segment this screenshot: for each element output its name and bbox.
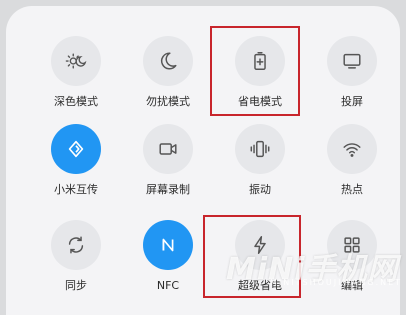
tile-label: NFC [156,279,180,292]
tile-sync[interactable]: 同步 [30,220,122,304]
tile-label: 小米互传 [54,183,98,196]
grid-icon [344,237,360,253]
tile-label: 同步 [65,279,87,292]
screen-record-button[interactable] [143,124,193,174]
sync-icon [68,236,84,254]
tile-edit[interactable]: 编辑 [306,220,398,304]
tile-label: 热点 [341,183,363,196]
lightning-icon [254,236,266,254]
dark-mode-icon [65,53,87,69]
tile-ultra-power-saving[interactable]: 超级省电 [214,220,306,304]
tile-label: 深色模式 [54,95,98,108]
tile-screen-record[interactable]: 屏幕录制 [122,124,214,208]
tile-cast-screen[interactable]: 投屏 [306,36,398,120]
control-center-panel: 深色模式 勿扰模式 省电模式 投屏 小米互传 屏幕录制 振动 热点 同步 NFC… [6,6,400,315]
edit-button[interactable] [327,220,377,270]
vibrate-icon [250,140,270,158]
nfc-button[interactable] [143,220,193,270]
tile-mi-share[interactable]: 小米互传 [30,124,122,208]
do-not-disturb-button[interactable] [143,36,193,86]
hotspot-icon [343,143,361,157]
battery-icon [254,52,266,70]
tile-hotspot[interactable]: 热点 [306,124,398,208]
vibrate-button[interactable] [235,124,285,174]
tile-vibrate[interactable]: 振动 [214,124,306,208]
moon-icon [161,52,177,70]
tile-label: 投屏 [341,95,363,108]
tile-label: 振动 [249,183,271,196]
tile-label: 勿扰模式 [146,95,190,108]
tile-do-not-disturb[interactable]: 勿扰模式 [122,36,214,120]
tile-label: 屏幕录制 [146,183,190,196]
share-transfer-icon [68,140,84,158]
hotspot-button[interactable] [327,124,377,174]
power-saving-button[interactable] [235,36,285,86]
screen-record-icon [159,143,177,155]
ultra-power-saving-button[interactable] [235,220,285,270]
sync-button[interactable] [51,220,101,270]
tile-nfc[interactable]: NFC [122,220,214,304]
cast-screen-button[interactable] [327,36,377,86]
tile-label: 省电模式 [238,95,282,108]
tile-dark-mode[interactable]: 深色模式 [30,36,122,120]
tile-power-saving[interactable]: 省电模式 [214,36,306,120]
nfc-icon [162,238,174,252]
tile-label: 超级省电 [238,279,282,292]
tile-label: 编辑 [341,279,363,292]
cast-screen-icon [343,53,361,69]
dark-mode-button[interactable] [51,36,101,86]
mi-share-button[interactable] [51,124,101,174]
